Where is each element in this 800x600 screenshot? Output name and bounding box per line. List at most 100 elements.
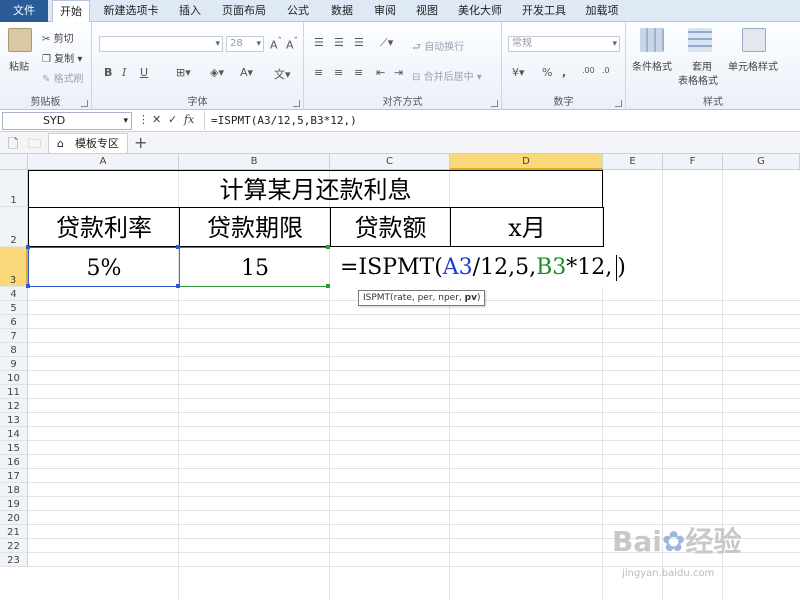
font-name-select[interactable] — [99, 36, 223, 52]
align-bottom-icon[interactable]: ☰ — [354, 36, 364, 49]
tab-home[interactable]: 开始 — [52, 0, 90, 23]
row-header-14[interactable]: 14 — [0, 427, 28, 441]
row-header-22[interactable]: 22 — [0, 539, 28, 553]
align-middle-icon[interactable]: ☰ — [334, 36, 344, 49]
row-header-5[interactable]: 5 — [0, 301, 28, 315]
row-header-12[interactable]: 12 — [0, 399, 28, 413]
decrease-indent-icon[interactable]: ⇤ — [376, 66, 385, 79]
function-tooltip[interactable]: ISPMT(rate, per, nper, pv) — [358, 290, 486, 306]
range-handle[interactable] — [176, 284, 180, 288]
column-header-g[interactable]: G — [723, 154, 800, 170]
increase-decimal-icon[interactable]: .00 — [582, 66, 595, 75]
column-header-c[interactable]: C — [330, 154, 450, 170]
name-box[interactable]: SYD — [2, 112, 132, 130]
tab-data[interactable]: 数据 — [322, 0, 362, 22]
font-launcher-icon[interactable] — [293, 100, 300, 107]
header-cell-term[interactable]: 贷款期限 — [179, 207, 331, 247]
conditional-format-icon[interactable] — [640, 28, 664, 52]
column-header-d[interactable]: D — [450, 154, 603, 170]
column-header-b[interactable]: B — [179, 154, 330, 170]
column-header-a[interactable]: A — [28, 154, 179, 170]
table-format-icon[interactable] — [688, 28, 712, 52]
row-header-15[interactable]: 15 — [0, 441, 28, 455]
table-format-button-1[interactable]: 套用 — [692, 58, 712, 73]
column-header-f[interactable]: F — [663, 154, 723, 170]
range-handle[interactable] — [26, 245, 30, 249]
table-format-button-2[interactable]: 表格格式 — [678, 72, 718, 87]
header-cell-month[interactable]: x月 — [450, 207, 604, 247]
wrap-text-button[interactable]: ⮐ 自动换行 — [412, 38, 464, 57]
clipboard-launcher-icon[interactable] — [81, 100, 88, 107]
number-launcher-icon[interactable] — [615, 100, 622, 107]
fx-icon[interactable]: fx — [184, 113, 194, 126]
value-cell-term[interactable]: 15 — [179, 247, 331, 287]
doc-tab-template[interactable]: ⌂ 模板专区 — [48, 133, 128, 153]
phonetic-icon[interactable]: 文▾ — [274, 66, 291, 82]
merge-center-button[interactable]: ⊟ 合并后居中 ▾ — [412, 68, 482, 83]
percent-button[interactable]: % — [542, 66, 552, 79]
align-right-icon[interactable]: ≡ — [354, 66, 363, 79]
tab-formulas[interactable]: 公式 — [278, 0, 318, 22]
row-header-4[interactable]: 4 — [0, 287, 28, 301]
row-header-18[interactable]: 18 — [0, 483, 28, 497]
row-header-20[interactable]: 20 — [0, 511, 28, 525]
row-header-7[interactable]: 7 — [0, 329, 28, 343]
align-center-icon[interactable]: ≡ — [334, 66, 343, 79]
more-icon[interactable]: ⋮ — [138, 113, 149, 126]
cell-style-button[interactable]: 单元格样式 — [728, 58, 778, 73]
paste-icon[interactable] — [8, 28, 32, 52]
formula-input[interactable]: =ISPMT(A3/12,5,B3*12,) — [204, 112, 798, 130]
format-painter-button[interactable]: ✎ 格式刷 — [42, 70, 84, 85]
value-cell-rate[interactable]: 5% — [28, 247, 180, 287]
row-header-2[interactable]: 2 — [0, 207, 28, 247]
align-left-icon[interactable]: ≡ — [314, 66, 323, 79]
enter-icon[interactable]: ✓ — [168, 113, 177, 126]
copy-button[interactable]: ❐ 复制 ▾ — [42, 50, 82, 65]
tab-new[interactable]: 新建选项卡 — [96, 0, 166, 22]
row-header-3[interactable]: 3 — [0, 247, 28, 287]
increase-indent-icon[interactable]: ⇥ — [394, 66, 403, 79]
header-cell-amount[interactable]: 贷款额 — [330, 207, 451, 247]
comma-button[interactable]: , — [562, 66, 566, 79]
row-header-6[interactable]: 6 — [0, 315, 28, 329]
tab-developer[interactable]: 开发工具 — [514, 0, 574, 22]
range-handle[interactable] — [26, 284, 30, 288]
tab-view[interactable]: 视图 — [408, 0, 446, 22]
row-header-21[interactable]: 21 — [0, 525, 28, 539]
tab-addins[interactable]: 加载项 — [578, 0, 626, 22]
row-header-8[interactable]: 8 — [0, 343, 28, 357]
tab-beautify[interactable]: 美化大师 — [450, 0, 510, 22]
underline-button[interactable]: U — [140, 66, 148, 79]
bold-button[interactable]: B — [104, 66, 112, 79]
alignment-launcher-icon[interactable] — [491, 100, 498, 107]
range-handle[interactable] — [176, 245, 180, 249]
add-tab-icon[interactable]: + — [134, 133, 147, 153]
tab-insert[interactable]: 插入 — [170, 0, 210, 22]
row-header-19[interactable]: 19 — [0, 497, 28, 511]
italic-button[interactable]: I — [122, 66, 126, 79]
column-header-e[interactable]: E — [603, 154, 663, 170]
currency-icon[interactable]: ¥▾ — [512, 66, 525, 79]
row-header-17[interactable]: 17 — [0, 469, 28, 483]
border-icon[interactable]: ⊞▾ — [176, 66, 191, 79]
font-size-select[interactable]: 28 — [226, 36, 264, 52]
cut-button[interactable]: ✂ 剪切 — [42, 30, 74, 45]
conditional-format-button[interactable]: 条件格式 — [632, 58, 672, 73]
title-cell[interactable]: 计算某月还款利息 — [28, 170, 603, 207]
tab-page-layout[interactable]: 页面布局 — [214, 0, 274, 22]
tab-review[interactable]: 审阅 — [366, 0, 404, 22]
row-header-1[interactable]: 1 — [0, 170, 28, 207]
row-header-10[interactable]: 10 — [0, 371, 28, 385]
font-grow-icon[interactable]: Aˆ — [270, 36, 282, 52]
font-shrink-icon[interactable]: Aˇ — [286, 36, 298, 52]
header-cell-rate[interactable]: 贷款利率 — [28, 207, 180, 247]
row-header-9[interactable]: 9 — [0, 357, 28, 371]
decrease-decimal-icon[interactable]: .0 — [602, 66, 610, 75]
row-header-23[interactable]: 23 — [0, 553, 28, 567]
row-header-16[interactable]: 16 — [0, 455, 28, 469]
number-format-select[interactable]: 常规 — [508, 36, 620, 52]
orientation-icon[interactable]: ⟋▾ — [380, 36, 393, 50]
tab-file[interactable]: 文件 — [0, 0, 48, 22]
cancel-icon[interactable]: ✕ — [152, 113, 161, 126]
fill-color-icon[interactable]: ◈▾ — [210, 66, 224, 79]
